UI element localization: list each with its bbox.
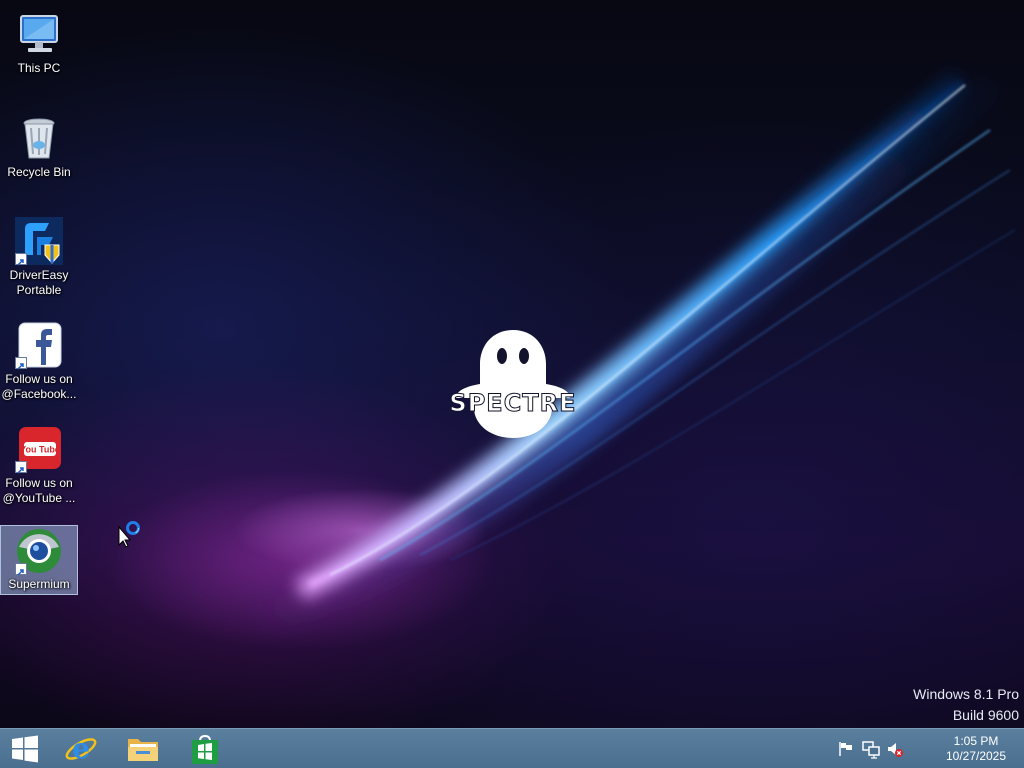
desktop-icon-drivereasy[interactable]: DriverEasy Portable [0, 211, 78, 298]
desktop-icon-label: DriverEasy Portable [9, 268, 69, 297]
shortcut-arrow-icon [15, 563, 27, 576]
taskbar-clock[interactable]: 1:05 PM 10/27/2025 [941, 734, 1011, 764]
youtube-badge-text: You Tube [20, 445, 60, 455]
watermark-build: Build 9600 [952, 707, 1019, 723]
clock-date: 10/27/2025 [945, 749, 1007, 763]
shortcut-arrow-icon [15, 357, 27, 370]
windows-version-watermark: Windows 8.1 Pro Build 9600 [913, 684, 1019, 726]
computer-icon [15, 10, 63, 58]
volume-muted-icon[interactable] [886, 739, 904, 759]
windows-store-taskbar-button[interactable] [180, 729, 230, 768]
desktop[interactable]: This PC Recycle Bin DriverEasy Portable … [0, 0, 1024, 728]
desktop-icon-label: Recycle Bin [7, 165, 71, 179]
clock-time: 1:05 PM [953, 734, 999, 748]
shortcut-arrow-icon [15, 253, 27, 266]
windows-logo-icon [12, 735, 38, 763]
desktop-icon-label: This PC [17, 61, 61, 75]
network-icon[interactable] [862, 739, 880, 759]
action-center-flag-icon[interactable] [838, 739, 854, 759]
desktop-icon-supermium[interactable]: Supermium [0, 525, 78, 595]
facebook-icon [15, 321, 63, 370]
desktop-icon-label: Follow us on @YouTube ... [2, 476, 76, 505]
store-icon [192, 734, 218, 764]
desktop-icon-youtube[interactable]: You Tube Follow us on @YouTube ... [0, 419, 78, 506]
spectre-ghost-logo [456, 330, 570, 438]
ie-icon: e [65, 732, 97, 765]
spectre-logo-text: SPECTRE [449, 389, 577, 418]
desktop-icon-label: Supermium [8, 577, 70, 591]
start-button[interactable] [0, 729, 50, 768]
desktop-icon-this-pc[interactable]: This PC [0, 4, 78, 76]
youtube-icon: You Tube [15, 425, 63, 474]
recycle-bin-icon [15, 114, 63, 162]
shortcut-arrow-icon [15, 461, 27, 474]
file-explorer-taskbar-button[interactable] [118, 729, 168, 768]
desktop-icon-recycle-bin[interactable]: Recycle Bin [0, 108, 78, 180]
taskbar[interactable]: e 1:05 PM 10/27/2025 [0, 728, 1024, 768]
desktop-icon-facebook[interactable]: Follow us on @Facebook... [0, 315, 78, 402]
internet-explorer-taskbar-button[interactable]: e [56, 729, 106, 768]
watermark-edition: Windows 8.1 Pro [913, 686, 1019, 702]
drivereasy-icon [15, 217, 63, 266]
supermium-icon [15, 527, 63, 576]
mouse-cursor-busy-icon [118, 521, 140, 548]
folder-icon [128, 739, 158, 761]
svg-text:e: e [72, 732, 90, 765]
desktop-icon-label: Follow us on @Facebook... [1, 372, 77, 401]
